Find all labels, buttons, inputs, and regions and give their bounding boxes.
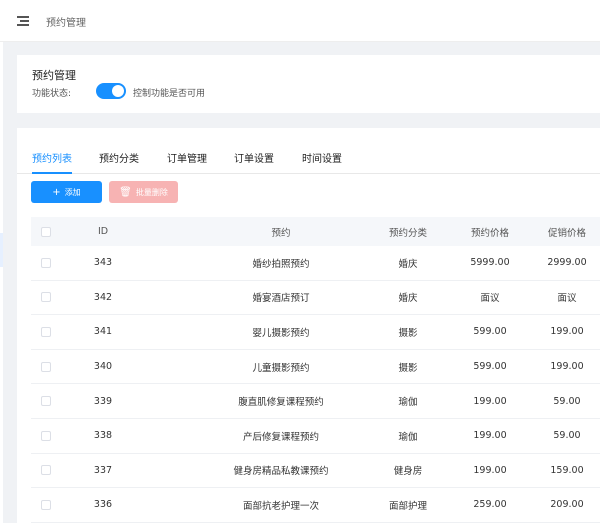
- row-promo-price: 199.00: [550, 361, 584, 373]
- row-promo-price: 59.00: [553, 395, 581, 407]
- table-row: 341 婴儿摄影预约 摄影 599.00 199.00: [31, 315, 600, 350]
- tab-time-settings[interactable]: 时间设置: [302, 150, 342, 174]
- row-checkbox[interactable]: [41, 292, 51, 303]
- row-checkbox[interactable]: [41, 499, 51, 510]
- row-checkbox[interactable]: [41, 361, 51, 372]
- row-category: 面部护理: [388, 500, 427, 512]
- row-category: 摄影: [398, 327, 418, 339]
- hamburger-icon[interactable]: [17, 15, 29, 27]
- row-category: 瑜伽: [398, 397, 418, 409]
- trash-icon: 🗑: [119, 186, 132, 198]
- column-header-price: 预约价格: [470, 227, 509, 239]
- status-hint: 控制功能是否可用: [133, 89, 206, 99]
- row-id: 336: [93, 499, 113, 511]
- row-checkbox[interactable]: [41, 326, 51, 337]
- row-id: 342: [93, 291, 113, 303]
- row-id: 338: [93, 430, 113, 442]
- plus-icon: +: [52, 186, 61, 198]
- table-row: 337 健身房精品私教课预约 健身房 199.00 159.00: [31, 453, 600, 489]
- tab-bar: 预约列表 预约分类 订单管理 订单设置 时间设置: [17, 150, 600, 174]
- row-checkbox[interactable]: [41, 396, 51, 407]
- table-row: 340 儿童摄影预约 摄影 599.00 199.00: [31, 349, 600, 385]
- column-header-promo-price: 促销价格: [547, 227, 586, 239]
- row-price: 面议: [480, 293, 500, 305]
- row-id: 340: [93, 361, 113, 373]
- row-price: 599.00: [473, 361, 507, 373]
- row-category: 婚庆: [398, 258, 418, 270]
- row-price: 199.00: [473, 430, 507, 442]
- row-id: 337: [93, 464, 113, 476]
- row-promo-price: 199.00: [550, 326, 584, 338]
- row-checkbox[interactable]: [41, 257, 51, 268]
- sidebar-active-marker: [0, 233, 3, 267]
- batch-delete-label: 批量删除: [135, 187, 168, 197]
- tab-booking-list[interactable]: 预约列表: [32, 150, 72, 174]
- table-row: 338 产后修复课程预约 瑜伽 199.00 59.00: [31, 419, 600, 454]
- table-header: ID 预约 预约分类 预约价格 促销价格: [31, 217, 600, 246]
- row-price: 199.00: [473, 464, 507, 476]
- sidebar-edge: [0, 42, 3, 523]
- status-toggle[interactable]: [96, 83, 126, 99]
- list-card: 预约列表 预约分类 订单管理 订单设置 时间设置 + 添加 🗑 批量删除 ID …: [17, 128, 600, 523]
- row-category: 摄影: [398, 362, 418, 374]
- row-promo-price: 2999.00: [547, 257, 587, 269]
- row-checkbox[interactable]: [41, 430, 51, 441]
- settings-title: 预约管理: [32, 69, 76, 82]
- tab-order-management[interactable]: 订单管理: [167, 150, 207, 174]
- row-promo-price: 面议: [557, 293, 577, 305]
- table-row: 342 婚宴酒店预订 婚庆 面议 面议: [31, 280, 600, 316]
- breadcrumb: 预约管理: [46, 18, 86, 29]
- settings-card: 预约管理 功能状态: 控制功能是否可用: [17, 55, 600, 113]
- tab-booking-category[interactable]: 预约分类: [99, 150, 139, 174]
- tab-order-settings[interactable]: 订单设置: [234, 150, 274, 174]
- add-button-label: 添加: [64, 187, 81, 197]
- batch-delete-button[interactable]: 🗑 批量删除: [109, 181, 178, 203]
- row-id: 339: [93, 395, 113, 407]
- row-price: 599.00: [473, 326, 507, 338]
- add-button[interactable]: + 添加: [31, 181, 102, 203]
- top-bar: 预约管理: [0, 0, 600, 42]
- table-row: 336 面部抗老护理一次 面部护理 259.00 209.00: [31, 488, 600, 523]
- column-header-id: ID: [97, 226, 109, 237]
- row-promo-price: 209.00: [550, 499, 584, 511]
- row-id: 343: [93, 257, 113, 269]
- row-promo-price: 59.00: [553, 430, 581, 442]
- status-label: 功能状态:: [32, 89, 72, 99]
- select-all-checkbox[interactable]: [41, 226, 51, 237]
- row-category: 瑜伽: [398, 431, 418, 443]
- row-price: 5999.00: [470, 257, 510, 269]
- row-id: 341: [93, 326, 113, 338]
- row-checkbox[interactable]: [41, 465, 51, 476]
- table-row: 339 腹直肌修复课程预约 瑜伽 199.00 59.00: [31, 384, 600, 419]
- row-promo-price: 159.00: [550, 464, 584, 476]
- row-price: 259.00: [473, 499, 507, 511]
- table-row: 343 婚纱拍照预约 婚庆 5999.00 2999.00: [31, 246, 600, 281]
- toggle-knob: [112, 85, 124, 97]
- row-price: 199.00: [473, 395, 507, 407]
- row-category: 婚庆: [398, 293, 418, 305]
- row-category: 健身房: [393, 466, 423, 478]
- column-header-category: 预约分类: [388, 227, 427, 239]
